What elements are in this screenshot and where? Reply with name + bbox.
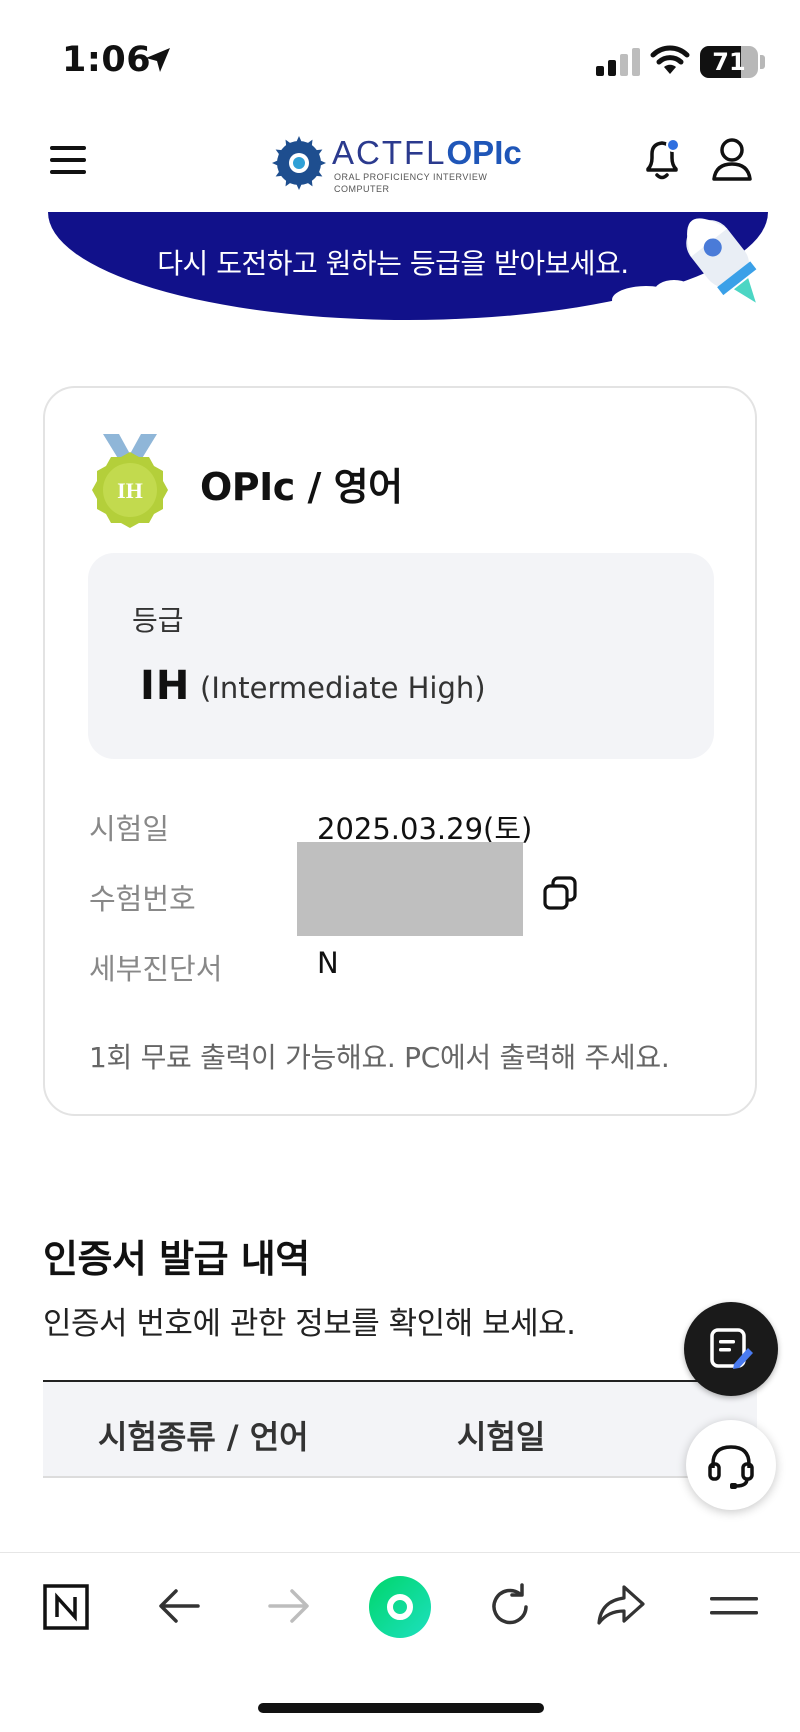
browser-menu-icon[interactable]: [710, 1583, 758, 1629]
logo-brand: ACTFL: [332, 134, 447, 171]
print-note: 1회 무료 출력이 가능해요. PC에서 출력해 주세요.: [89, 1041, 670, 1074]
user-profile-icon[interactable]: [710, 136, 754, 182]
forward-icon[interactable]: [266, 1583, 312, 1629]
status-bar: 1:06 71: [0, 0, 800, 110]
certificate-table-header: 시험종류 / 언어 시험일: [43, 1380, 757, 1478]
certificate-section-subtitle: 인증서 번호에 관한 정보를 확인해 보세요.: [43, 1306, 576, 1342]
headset-icon: [708, 1445, 754, 1489]
exam-date-label: 시험일: [89, 812, 170, 846]
notification-bell-icon[interactable]: [640, 136, 684, 182]
copy-icon[interactable]: [543, 876, 577, 910]
grade-label: 등급: [132, 604, 184, 637]
result-card: IH OPIc / 영어 등급 IH (Intermediate High) 시…: [43, 386, 757, 1116]
grade-code: IH: [140, 663, 191, 709]
share-icon[interactable]: [596, 1583, 646, 1629]
hamburger-menu-icon[interactable]: [50, 144, 86, 176]
actfl-opic-logo[interactable]: ACTFLOPIc ORAL PROFICIENCY INTERVIEW COM…: [272, 130, 532, 194]
reload-icon[interactable]: [486, 1583, 534, 1631]
naver-icon[interactable]: [42, 1583, 90, 1631]
battery-cap: [760, 55, 765, 69]
column-exam-date: 시험일: [457, 1418, 546, 1456]
browser-bottom-bar: [0, 1552, 800, 1732]
home-indicator[interactable]: [258, 1703, 544, 1713]
certificate-section-title: 인증서 발급 내역: [43, 1237, 310, 1281]
support-fab-button[interactable]: [686, 1420, 776, 1510]
write-fab-button[interactable]: [684, 1302, 778, 1396]
back-icon[interactable]: [156, 1583, 202, 1629]
status-time: 1:06: [62, 40, 152, 80]
exam-number-label: 수험번호: [89, 882, 196, 916]
app-header: ACTFLOPIc ORAL PROFICIENCY INTERVIEW COM…: [0, 110, 800, 212]
column-exam-type: 시험종류 / 언어: [98, 1418, 309, 1456]
logo-title: ACTFLOPIc: [332, 134, 522, 172]
cellular-signal-icon: [596, 48, 640, 76]
wifi-icon: [650, 45, 690, 74]
grade-box: 등급 IH (Intermediate High): [88, 553, 714, 759]
logo-emblem-icon: [272, 136, 326, 190]
medal-label: IH: [117, 478, 143, 503]
grade-description: (Intermediate High): [200, 671, 486, 705]
grade-medal-icon: IH: [92, 434, 168, 528]
battery-percent: 71: [712, 48, 746, 76]
battery-indicator: 71: [700, 46, 758, 78]
diagnosis-report-label: 세부진단서: [89, 952, 223, 986]
diagnosis-report-value: N: [317, 946, 339, 980]
note-edit-icon: [710, 1328, 753, 1369]
logo-tagline-2: COMPUTER: [334, 184, 390, 194]
home-icon[interactable]: [368, 1575, 432, 1639]
logo-tagline: ORAL PROFICIENCY INTERVIEW: [334, 172, 488, 182]
exam-number-redacted: [297, 842, 523, 936]
exam-title: OPIc / 영어: [200, 465, 403, 509]
logo-product: OPIc: [446, 134, 522, 171]
location-arrow-icon: [146, 48, 170, 72]
rocket-illustration-icon: [612, 218, 757, 314]
notification-dot: [666, 138, 680, 152]
